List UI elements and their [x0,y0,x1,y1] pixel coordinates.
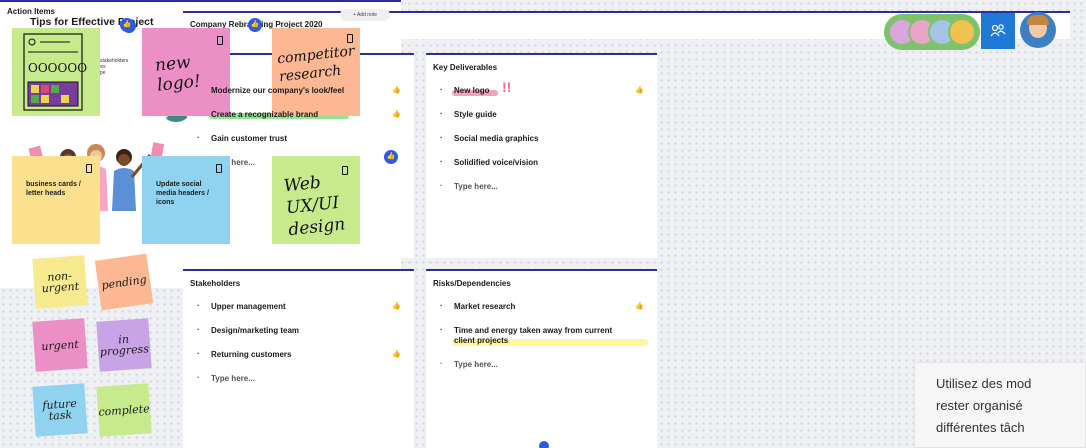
list-item[interactable]: Solidified voice/vision [440,157,640,168]
legend-label: non-urgent [41,269,80,296]
risks-section: Risks/Dependencies Market research 👍 Time… [426,269,657,448]
section-title: Risks/Dependencies [433,279,511,288]
avatar[interactable] [948,18,976,46]
sticky-note-website-sketch[interactable]: OOOOOO 👍 [12,19,136,116]
legend-sticky-in-progress[interactable]: in progress [96,318,152,372]
section-title: Key Deliverables [433,63,498,72]
item-text: Market research [454,302,516,311]
list-item[interactable]: Gain customer trust [197,133,397,144]
svg-text:OOOOOO: OOOOOO [28,61,87,75]
section-title: Stakeholders [190,279,241,288]
thumbs-up-icon[interactable]: 👍 [635,86,644,96]
note-text: competitor research [276,43,356,86]
like-badge[interactable]: 👍 [248,18,262,32]
item-text: Upper management [211,302,286,311]
thumbs-up-icon[interactable]: 👍 [392,350,401,360]
note-text: Update social media headers / icons [156,181,209,206]
collaborator-avatars[interactable] [884,14,980,50]
list-item[interactable]: Design/marketing team [197,325,397,336]
share-button[interactable] [981,13,1015,49]
legend-sticky-pending[interactable]: pending [94,253,154,311]
sticky-note-social-media[interactable]: Update social media headers / icons [142,156,230,244]
legend-sticky-non-urgent[interactable]: non-urgent [32,255,88,309]
item-text: Create a recognizable brand [211,110,319,119]
type-here-input[interactable]: Type here... [440,359,640,370]
like-badge[interactable]: 👍 [384,150,398,164]
checkbox-doodle [347,34,353,43]
type-here-input[interactable]: Type here... [440,181,640,192]
caption-line: différentes tâch [936,420,1025,435]
thumbs-up-icon[interactable]: 👍 [635,302,644,312]
caption-line: rester organisé [936,398,1023,413]
list-item[interactable]: Market research 👍 [440,301,644,312]
list-item[interactable]: Time and energy taken away from current … [440,325,648,346]
current-user-avatar[interactable] [1020,12,1056,48]
item-text: New logo [454,86,490,95]
like-badge[interactable] [539,441,549,448]
item-text: Returning customers [211,350,292,359]
exclamation-doodle: !! [502,79,512,95]
item-text: Style guide [454,110,497,119]
legend-label: future task [41,396,78,423]
legend-sticky-urgent[interactable]: urgent [32,318,88,372]
checkbox-doodle [217,36,223,45]
thumbs-up-icon[interactable]: 👍 [392,110,401,120]
list-item[interactable]: Upper management 👍 [197,301,401,312]
sticky-note-web-ux[interactable]: Web UX/UI design [272,156,360,244]
note-text: business cards / letter heads [26,181,81,197]
section-title: Action Items [7,7,56,16]
sticky-note-competitor-research[interactable]: competitor research [272,28,360,116]
thumbs-up-icon[interactable]: 👍 [392,86,401,96]
item-text: Social media graphics [454,134,539,143]
list-item[interactable]: Style guide [440,109,640,120]
checkbox-doodle [86,164,92,173]
caption-overlay: Utilisez des mod rester organisé différe… [914,362,1086,448]
sticky-note-business-cards[interactable]: business cards / letter heads [12,156,100,244]
legend-label: pending [100,272,148,292]
legend-sticky-future-task[interactable]: future task [32,383,88,437]
legend-label: urgent [40,337,80,353]
deliverables-section: Key Deliverables New logo!! 👍 Style guide… [426,53,657,258]
add-note-button[interactable]: + Add note [340,9,390,21]
list-item[interactable]: Modernize our company's look/feel 👍 [197,85,401,96]
legend-label: complete [97,401,151,419]
item-text: Gain customer trust [211,134,288,143]
note-text: Web UX/UI design [282,172,347,241]
list-item[interactable]: Social media graphics [440,133,640,144]
list-item[interactable]: New logo!! 👍 [440,80,644,96]
list-item[interactable]: Returning customers 👍 [197,349,401,360]
sticky-note-new-logo[interactable]: new logo! [142,28,230,116]
caption-line: Utilisez des mod [936,376,1032,391]
legend-label: in progress [99,332,150,359]
thumbs-up-icon[interactable]: 👍 [392,302,401,312]
list-item[interactable]: Create a recognizable brand 👍 [197,109,401,120]
item-text: Modernize our company's look/feel [211,86,345,95]
legend-sticky-complete[interactable]: complete [96,383,152,437]
type-here-input[interactable]: Type here... [197,373,397,384]
checkbox-doodle [216,164,222,173]
item-text: Design/marketing team [211,326,300,335]
people-icon [990,24,1006,37]
checkbox-doodle [342,166,348,175]
website-sketch-drawing: OOOOOO [23,33,87,111]
item-text: Solidified voice/vision [454,158,539,167]
like-badge[interactable]: 👍 [120,18,134,32]
stakeholders-section: Stakeholders Upper management 👍 Design/ma… [183,269,414,448]
